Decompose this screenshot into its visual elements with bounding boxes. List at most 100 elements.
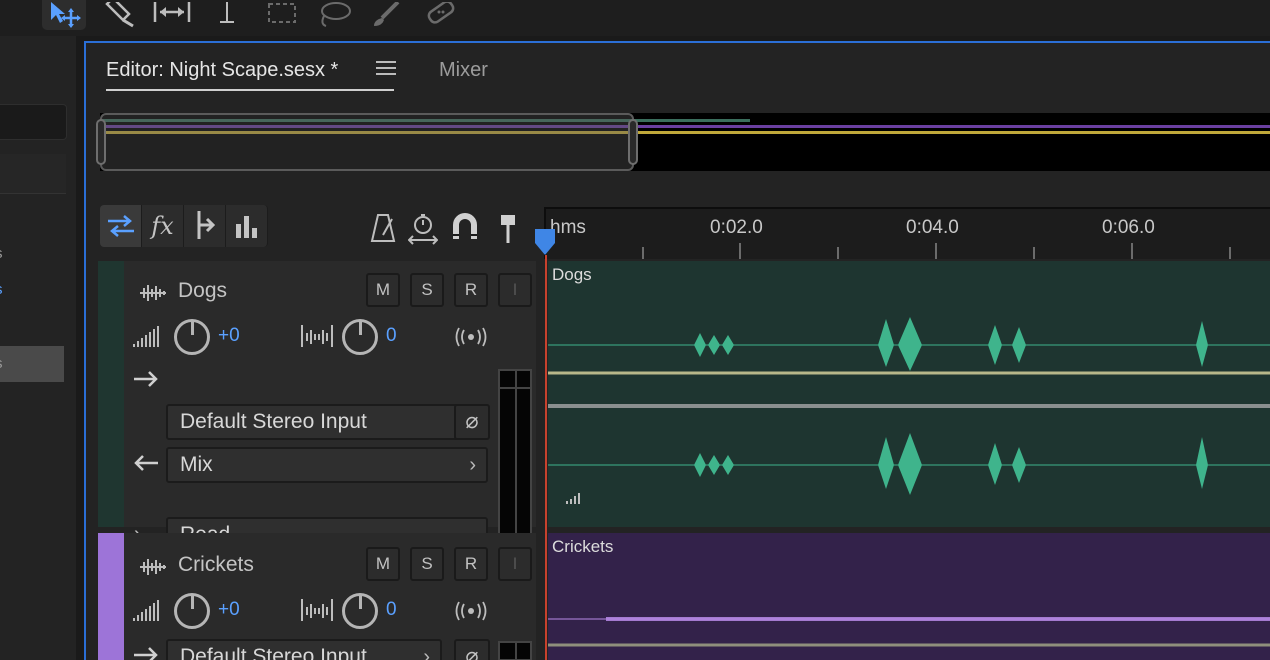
- volume-knob[interactable]: [174, 319, 210, 355]
- lasso-tool-button[interactable]: [314, 0, 354, 30]
- phase-invert-button[interactable]: ⌀: [454, 639, 490, 660]
- audio-track-icon: [140, 285, 166, 301]
- slip-tool-button[interactable]: [150, 0, 194, 30]
- solo-button[interactable]: S: [410, 547, 444, 581]
- list-item[interactable]: .: [0, 200, 64, 236]
- track-header-dogs: Dogs M S R I +0 0 Default Stereo Input ›…: [98, 261, 536, 555]
- track-color-strip: [98, 261, 124, 527]
- input-select[interactable]: Default Stereo Input ›: [166, 639, 442, 660]
- ruler-tick: [1229, 247, 1231, 259]
- razor-tool-button[interactable]: [100, 0, 140, 30]
- ruler-mark: 0:02.0: [710, 217, 763, 238]
- eq-bars-icon: [235, 216, 257, 238]
- playhead-line: [545, 255, 547, 660]
- mute-button[interactable]: M: [366, 273, 400, 307]
- lasso-icon: [321, 2, 351, 27]
- ruler-tick: [935, 243, 937, 259]
- tab-mixer[interactable]: Mixer: [439, 58, 488, 82]
- stopwatch-arrows-icon: [407, 214, 439, 245]
- zoom-handle-right[interactable]: [628, 119, 638, 165]
- marquee-icon: [268, 3, 296, 23]
- record-arm-button[interactable]: R: [454, 273, 488, 307]
- time-stretch-button[interactable]: [407, 213, 439, 250]
- panel-menu-icon[interactable]: [376, 61, 396, 79]
- phase-invert-button[interactable]: ⌀: [454, 404, 490, 440]
- left-panel: . s s ) s: [0, 36, 76, 660]
- zoom-navigator-thumb[interactable]: [96, 113, 638, 171]
- volume-knob[interactable]: [174, 593, 210, 629]
- stereo-icon: [455, 601, 487, 621]
- time-selection-tool-button[interactable]: [212, 0, 242, 30]
- healing-tool-button[interactable]: [420, 0, 462, 30]
- ibeam-icon: [220, 2, 234, 23]
- waveform: [548, 617, 1270, 647]
- mute-button[interactable]: M: [366, 547, 400, 581]
- sends-button[interactable]: [184, 205, 226, 247]
- bandage-icon: [427, 2, 455, 24]
- marker-button[interactable]: [498, 213, 518, 248]
- metronome-button[interactable]: [370, 213, 396, 248]
- inputs-outputs-button[interactable]: [100, 205, 142, 247]
- left-panel-field[interactable]: [0, 104, 67, 140]
- solo-button[interactable]: S: [410, 273, 444, 307]
- record-arm-button[interactable]: R: [454, 547, 488, 581]
- output-arrow-icon: [134, 455, 158, 471]
- snap-button[interactable]: [452, 213, 478, 246]
- ruler-tick: [642, 247, 644, 259]
- effects-button[interactable]: fx: [142, 205, 184, 247]
- zoom-handle-left[interactable]: [96, 119, 106, 165]
- track-tools: fx: [100, 205, 268, 247]
- level-meter: [498, 641, 532, 660]
- track-color-strip: [98, 533, 124, 660]
- input-arrow-icon: [134, 371, 158, 387]
- brush-tool-button[interactable]: [368, 0, 404, 30]
- zoom-navigator[interactable]: [96, 113, 1270, 171]
- left-panel-header: [0, 154, 66, 194]
- list-item[interactable]: ): [0, 308, 64, 344]
- pan-knob[interactable]: [342, 593, 378, 629]
- list-item[interactable]: s: [0, 236, 64, 272]
- toolbar: [0, 0, 1270, 36]
- list-item[interactable]: s: [0, 272, 64, 308]
- marker-pin-icon: [501, 215, 515, 243]
- input-select[interactable]: Default Stereo Input ›: [166, 404, 476, 440]
- tab-active-underline: [106, 89, 394, 91]
- volume-value[interactable]: +0: [218, 599, 240, 621]
- ruler-tick: [739, 243, 741, 259]
- pan-value[interactable]: 0: [386, 599, 397, 621]
- pan-knob[interactable]: [342, 319, 378, 355]
- volume-icon: [133, 600, 159, 621]
- razor-icon: [105, 2, 134, 28]
- ruler-mark: 0:04.0: [906, 217, 959, 238]
- volume-icon: [133, 326, 159, 347]
- ruler-tick: [1033, 247, 1035, 259]
- pan-icon: [301, 599, 333, 621]
- magnet-icon: [453, 213, 477, 239]
- ruler-tick: [1131, 243, 1133, 259]
- monitor-input-button[interactable]: I: [498, 547, 532, 581]
- swap-arrows-icon: [107, 215, 134, 237]
- timeline-ruler[interactable]: hms 0:02.0 0:04.0 0:06.0: [544, 207, 1270, 259]
- track-name[interactable]: Crickets: [178, 553, 254, 577]
- level-meter: [498, 369, 532, 555]
- list-item-selected[interactable]: s: [0, 346, 64, 382]
- pan-value[interactable]: 0: [386, 325, 397, 347]
- playhead-marker[interactable]: [534, 229, 556, 255]
- tab-bar: Editor: Night Scape.sesx * Mixer: [86, 43, 1270, 99]
- track-header-crickets: Crickets M S R I +0 0 Default Stereo Inp…: [98, 533, 536, 660]
- move-tool-button[interactable]: [42, 0, 86, 30]
- move-tool-icon: [51, 2, 81, 28]
- input-arrow-icon: [134, 647, 158, 660]
- volume-value[interactable]: +0: [218, 325, 240, 347]
- tab-editor[interactable]: Editor: Night Scape.sesx *: [106, 58, 338, 82]
- marquee-tool-button[interactable]: [264, 0, 300, 30]
- audio-clip-dogs[interactable]: Dogs: [548, 261, 1270, 527]
- eq-button[interactable]: [226, 205, 268, 247]
- stereo-icon: [455, 327, 487, 347]
- track-name[interactable]: Dogs: [178, 279, 227, 303]
- monitor-input-button[interactable]: I: [498, 273, 532, 307]
- audio-track-icon: [140, 559, 166, 575]
- brush-icon: [374, 2, 400, 26]
- audio-clip-crickets[interactable]: Crickets: [548, 533, 1270, 660]
- output-select[interactable]: Mix ›: [166, 447, 488, 483]
